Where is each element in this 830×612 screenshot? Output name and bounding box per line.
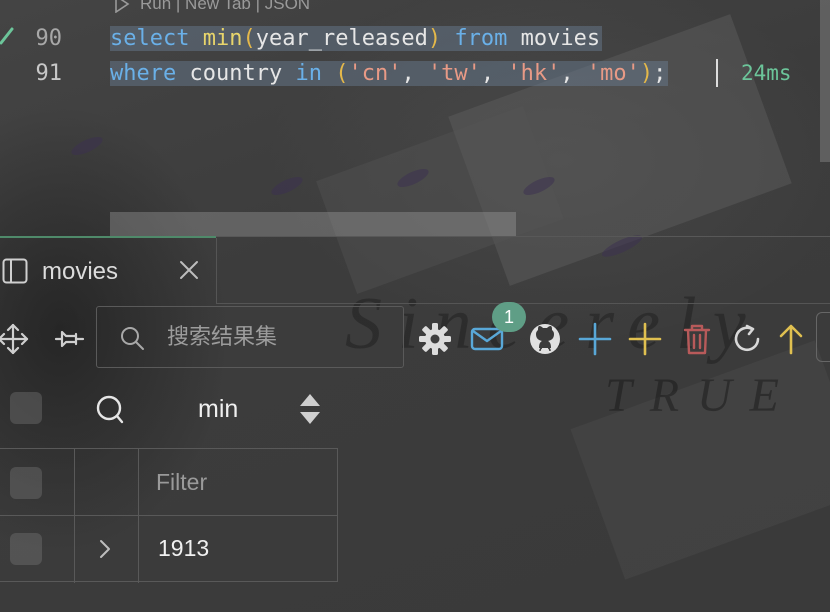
arrow-up-icon[interactable] — [774, 322, 808, 356]
execution-time: 24ms — [741, 61, 792, 85]
keyword-token: where — [110, 60, 177, 86]
tab-label: movies — [42, 258, 119, 285]
github-icon[interactable] — [528, 322, 562, 356]
horizontal-scrollbar[interactable] — [110, 212, 516, 236]
paren-token: ( — [242, 25, 256, 51]
delete-icon[interactable] — [680, 322, 714, 356]
check-icon — [0, 27, 14, 45]
watermark-caps: TRUE — [605, 369, 797, 422]
settings-icon[interactable] — [418, 322, 452, 356]
pin-icon[interactable] — [52, 322, 86, 356]
function-token: min — [202, 25, 243, 51]
row-divider — [0, 515, 338, 516]
vertical-scrollbar[interactable] — [820, 0, 830, 162]
paren-token: ( — [335, 60, 349, 86]
code-text[interactable]: select min(year_released) from movies — [110, 25, 603, 51]
codelens-actions[interactable]: Run | New Tab | JSON — [114, 0, 310, 14]
split-panel-icon — [2, 258, 28, 284]
keyword-token: from — [454, 25, 508, 51]
search-icon — [121, 327, 144, 350]
code-line[interactable]: 90 select min(year_released) from movies — [0, 21, 830, 55]
paren-token: ) — [639, 60, 654, 86]
table-cell-min[interactable]: 1913 — [158, 535, 209, 562]
overflow-control[interactable] — [816, 312, 830, 362]
result-search-box[interactable] — [96, 306, 404, 368]
column-divider — [74, 449, 75, 583]
code-token: movies — [507, 25, 601, 51]
search-icon[interactable] — [94, 394, 126, 426]
codelens-text[interactable]: Run | New Tab | JSON — [140, 0, 310, 14]
tab-movies[interactable]: movies — [0, 238, 216, 304]
code-token: , — [480, 60, 508, 86]
string-token: 'cn' — [348, 60, 402, 86]
keyword-token: in — [295, 60, 322, 86]
tab-bar-empty — [216, 238, 830, 304]
row-checkbox[interactable] — [10, 533, 42, 565]
filter-row-checkbox[interactable] — [10, 467, 42, 499]
add-row-icon[interactable] — [578, 322, 612, 356]
close-icon[interactable] — [178, 259, 200, 281]
refresh-icon[interactable] — [730, 322, 764, 356]
string-token: 'mo' — [586, 60, 640, 86]
code-token: country — [176, 60, 296, 86]
search-input[interactable] — [167, 321, 387, 353]
code-text[interactable]: where country in ('cn', 'tw', 'hk', 'mo'… — [110, 60, 669, 86]
chevron-right-icon[interactable] — [96, 537, 114, 561]
run-icon[interactable] — [114, 0, 130, 13]
move-icon[interactable] — [0, 322, 30, 356]
code-token: , — [401, 60, 428, 86]
code-token: , — [560, 60, 587, 86]
select-all-checkbox[interactable] — [10, 392, 42, 424]
notification-badge: 1 — [492, 302, 526, 332]
string-token: 'tw' — [427, 60, 481, 86]
add-column-icon[interactable] — [628, 322, 662, 356]
line-number: 90 — [35, 25, 63, 51]
column-header-min[interactable]: min — [198, 395, 238, 424]
code-line[interactable]: 91 where country in ('cn', 'tw', 'hk', '… — [0, 56, 830, 90]
text-cursor — [716, 59, 718, 87]
filter-input[interactable]: Filter — [156, 469, 207, 496]
line-number: 91 — [35, 60, 63, 86]
column-divider — [138, 449, 139, 583]
code-token: ; — [653, 60, 667, 86]
sql-editor[interactable]: Run | New Tab | JSON 90 select min(year_… — [0, 0, 830, 238]
paren-token: ) — [427, 25, 442, 51]
sort-icon[interactable] — [298, 392, 322, 426]
result-table: Filter 1913 — [0, 448, 338, 583]
code-token: year_released — [255, 25, 428, 51]
keyword-token: select — [110, 25, 190, 51]
string-token: 'hk' — [507, 60, 561, 86]
